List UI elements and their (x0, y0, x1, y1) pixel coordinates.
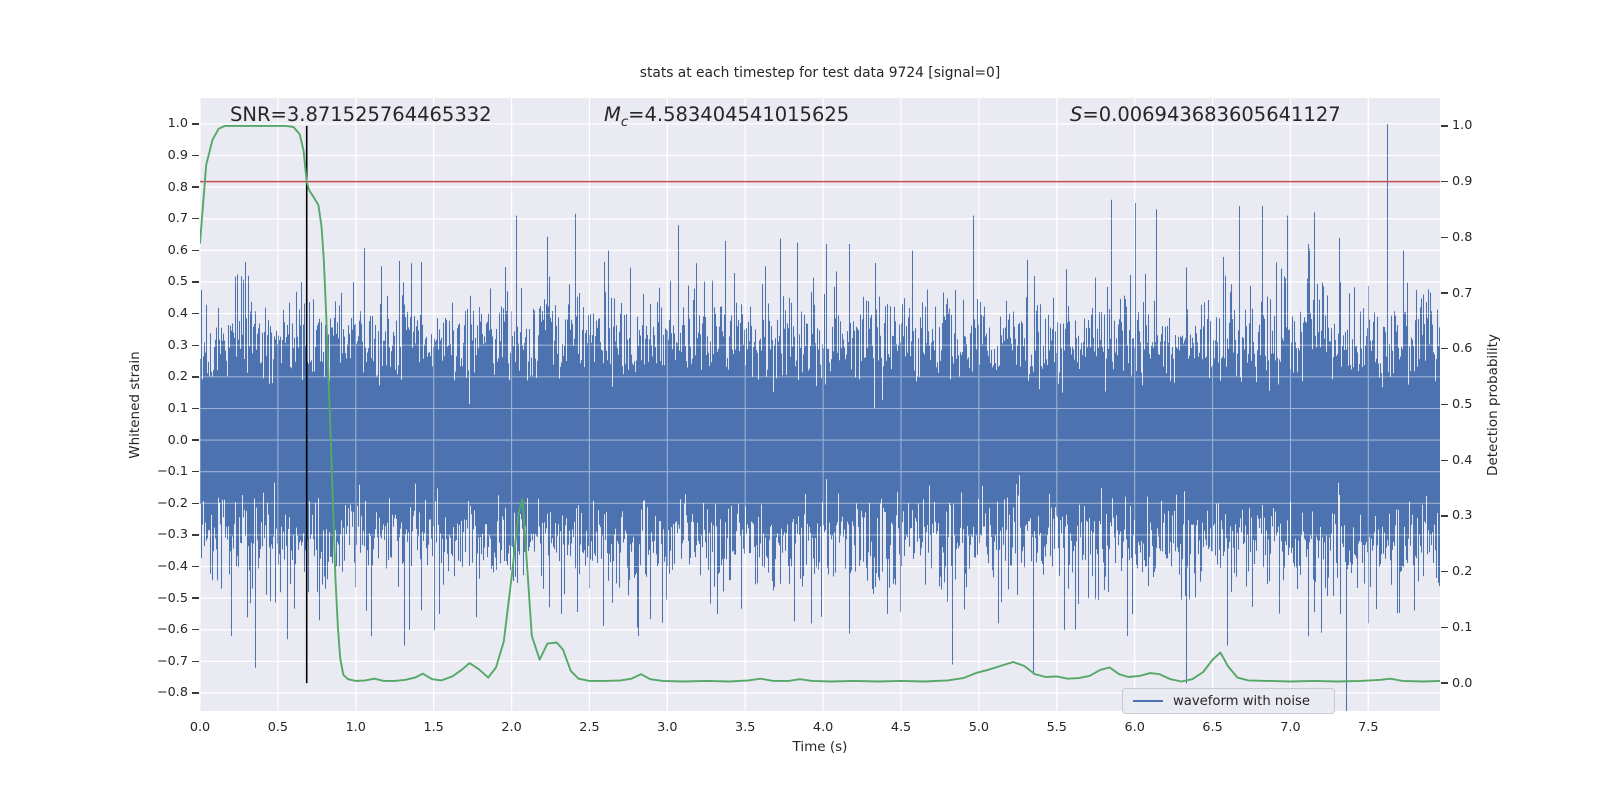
legend: waveform with noise (1122, 688, 1335, 714)
x-tick-label: 4.5 (890, 720, 912, 735)
x-tick-label: 0.0 (189, 720, 211, 735)
x-tick-label: 2.0 (501, 720, 522, 735)
y-left-tick-mark (192, 407, 199, 410)
y-left-tick-mark (192, 312, 199, 315)
plot-area (200, 98, 1440, 711)
y-right-tick-mark (1441, 403, 1448, 406)
y-left-tick-label: −0.6 (156, 622, 188, 638)
y-left-tick-label: −0.5 (156, 590, 188, 606)
y-left-tick-mark (192, 470, 199, 473)
significance-value: =0.006943683605641127 (1082, 103, 1341, 126)
y-left-tick-mark (192, 249, 199, 252)
y-right-tick-label: 0.8 (1452, 229, 1473, 245)
y-left-tick-mark (192, 439, 199, 441)
y-left-tick-mark (192, 154, 199, 157)
y-axis-label-right: Detection probability (1485, 334, 1501, 476)
x-axis-label: Time (s) (792, 739, 848, 755)
x-tick-label: 1.5 (423, 720, 444, 735)
y-left-tick-mark (192, 692, 199, 694)
y-right-tick-mark (1441, 292, 1448, 294)
legend-waveform-label: waveform with noise (1173, 693, 1310, 709)
x-tick-label: 5.5 (1046, 720, 1067, 735)
y-right-tick-mark (1441, 125, 1448, 127)
y-left-tick-label: −0.7 (156, 653, 188, 669)
y-right-tick-mark (1441, 570, 1448, 573)
x-tick-label: 6.5 (1202, 720, 1223, 735)
y-left-tick-mark (192, 218, 199, 220)
y-left-tick-mark (192, 186, 199, 188)
x-tick-label: 2.5 (579, 720, 600, 735)
x-tick-label: 1.0 (345, 720, 366, 735)
chirp-mass-symbol: M (604, 103, 621, 126)
y-left-tick-label: 1.0 (167, 116, 188, 132)
snr-text: SNR=3.871525764465332 (230, 103, 492, 126)
y-right-tick-label: 1.0 (1452, 118, 1473, 134)
y-right-tick-mark (1441, 682, 1448, 684)
y-left-tick-mark (192, 281, 199, 283)
annotation-significance: S=0.006943683605641127 (1070, 103, 1341, 126)
plot-title: stats at each timestep for test data 972… (639, 65, 1001, 81)
y-left-tick-label: 0.7 (167, 211, 188, 227)
x-tick-label: 5.0 (968, 720, 990, 735)
x-tick-label: 3.5 (735, 720, 756, 735)
y-right-tick-mark (1441, 180, 1448, 183)
y-right-tick-mark (1441, 236, 1448, 238)
chirp-mass-value: =4.583404541015625 (628, 103, 850, 126)
y-left-tick-label: 0.9 (167, 148, 188, 164)
x-tick-label: 4.0 (812, 720, 834, 735)
x-tick-label: 7.0 (1280, 720, 1301, 735)
y-right-tick-mark (1441, 515, 1448, 517)
y-left-tick-label: 0.8 (167, 179, 188, 195)
legend-waveform-line-swatch (1133, 700, 1163, 702)
y-left-tick-mark (192, 376, 199, 378)
y-right-tick-mark (1441, 626, 1448, 629)
y-right-tick-label: 0.1 (1452, 619, 1473, 635)
annotation-snr: SNR=3.871525764465332 (230, 103, 492, 126)
y-right-tick-mark (1441, 459, 1448, 461)
significance-symbol: S (1070, 103, 1083, 126)
y-right-tick-label: 0.9 (1452, 174, 1473, 190)
y-right-tick-label: 0.0 (1452, 675, 1473, 691)
y-right-tick-label: 0.2 (1452, 564, 1473, 580)
y-right-tick-mark (1441, 348, 1448, 350)
x-tick-label: 6.0 (1124, 720, 1145, 735)
y-left-tick-mark (192, 597, 199, 599)
y-left-tick-mark (192, 123, 199, 125)
y-left-tick-mark (192, 629, 199, 631)
y-left-tick-mark (192, 660, 199, 663)
y-left-tick-mark (192, 502, 199, 504)
y-left-tick-mark (192, 565, 199, 568)
figure: stats at each timestep for test data 972… (0, 0, 1600, 800)
y-left-tick-label: −0.8 (156, 685, 188, 701)
chart-canvas (200, 98, 1440, 711)
x-tick-label: 3.0 (657, 720, 678, 735)
y-left-tick-label: −0.4 (156, 559, 188, 575)
x-tick-label: 0.5 (267, 720, 289, 735)
y-axis-label-left: Whitened strain (127, 351, 143, 459)
x-tick-label: 7.5 (1358, 720, 1379, 735)
y-left-tick-mark (192, 534, 199, 536)
annotation-chirp-mass: Mc=4.583404541015625 (604, 103, 849, 130)
y-left-tick-mark (192, 344, 199, 346)
